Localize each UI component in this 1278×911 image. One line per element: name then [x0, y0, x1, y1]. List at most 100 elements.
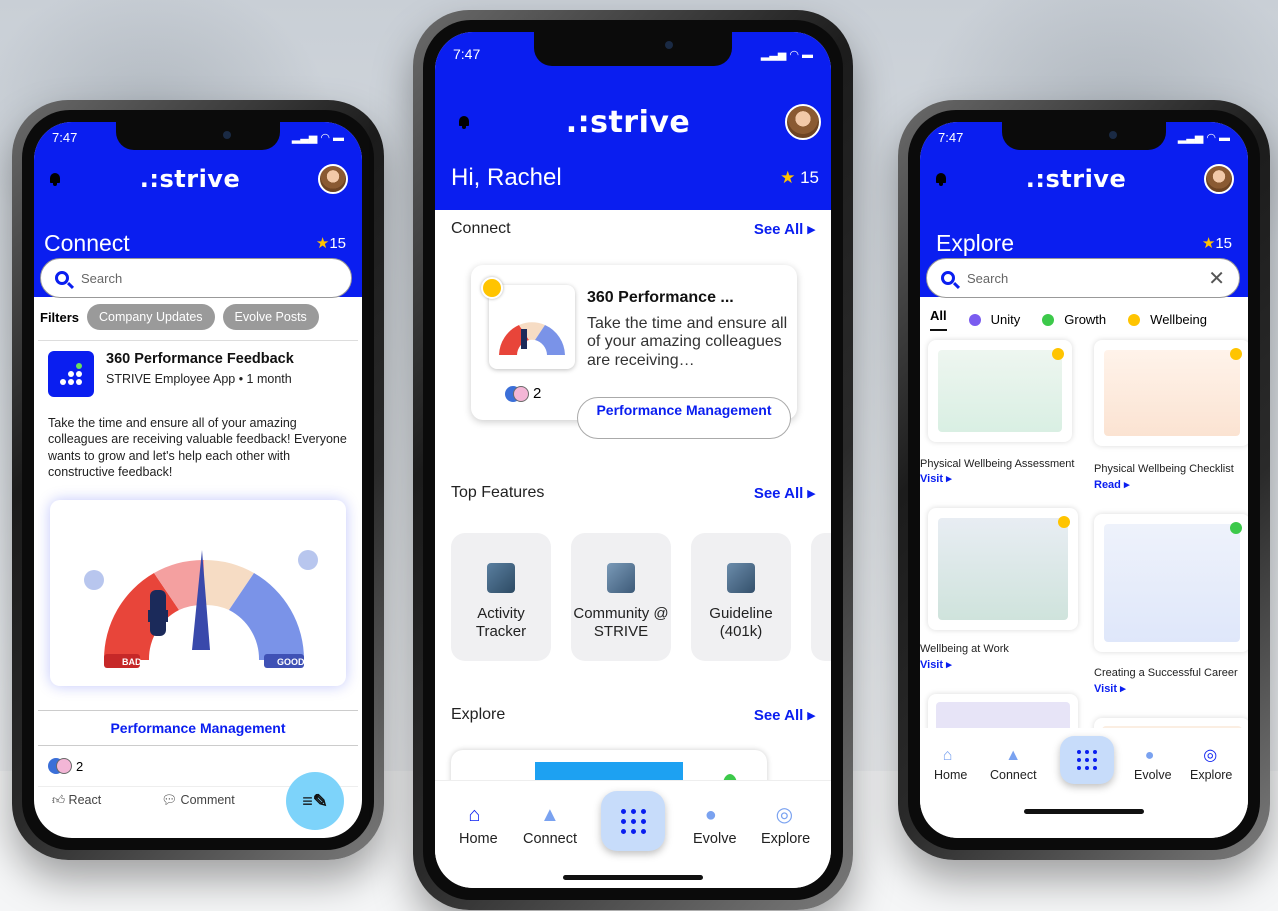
bell-icon[interactable]	[934, 172, 948, 186]
compass-icon: ◎	[775, 804, 794, 826]
apps-grid-button[interactable]	[601, 791, 665, 851]
search-input[interactable]: Search	[40, 258, 352, 298]
tab-label: Home	[459, 831, 498, 847]
points-value: 15	[329, 235, 346, 252]
filter-evolve-posts[interactable]: Evolve Posts	[222, 304, 319, 330]
tab-explore[interactable]: ◎ Explore	[761, 805, 810, 847]
phone-home: 7:47 ▂▃▅ ◠ ▬ .:strive Hi, Rachel ★ 15 Co…	[413, 10, 853, 910]
post-card: 360 Performance Feedback STRIVE Employee…	[38, 340, 358, 814]
tile-illustration	[938, 350, 1062, 432]
filter-company-updates[interactable]: Company Updates	[87, 304, 215, 330]
page-title: Connect	[44, 230, 130, 256]
apps-grid-button[interactable]	[1060, 736, 1114, 784]
phone-explore: 7:47 ▂▃▅ ◠ ▬ .:strive Explore ★15 Search…	[898, 100, 1270, 860]
strive-logo: .:strive	[565, 104, 691, 140]
comment-button[interactable]: 💬︎ Comment	[161, 793, 235, 808]
tab-explore[interactable]: ◎ Explore	[1190, 747, 1232, 783]
tab-connect[interactable]: ▲ Connect	[990, 748, 1037, 783]
tile-visit-link[interactable]: Visit ▸	[920, 472, 952, 485]
see-all-explore[interactable]: See All ▸	[754, 706, 815, 724]
tab-evolve[interactable]: ● Evolve	[1134, 748, 1172, 783]
connect-card[interactable]: 360 Performance ... Take the time and en…	[471, 265, 797, 439]
home-indicator	[563, 875, 703, 880]
status-bar: 7:47 ▂▃▅ ◠ ▬	[52, 130, 344, 145]
tile-read-link[interactable]: Read ▸	[1094, 478, 1129, 491]
app-icon	[48, 351, 94, 397]
section-title-connect: Connect	[451, 220, 511, 237]
feature-guideline[interactable]: Guideline (401k)	[691, 533, 791, 661]
tile-physical-wellbeing-checklist[interactable]	[1094, 340, 1248, 446]
tile-illustration	[938, 518, 1068, 620]
tab-evolve[interactable]: ● Evolve	[693, 805, 737, 847]
link-label: Visit	[1094, 683, 1118, 695]
search-placeholder: Search	[967, 270, 1009, 286]
tab-home[interactable]: ⌂ Home	[459, 805, 498, 847]
status-icons: ▂▃▅ ◠ ▬	[291, 132, 344, 144]
apple-icon	[1128, 314, 1141, 326]
home-indicator	[1024, 809, 1144, 814]
status-bar: 7:47 ▂▃▅ ◠ ▬	[453, 46, 813, 62]
status-icons: ▂▃▅ ◠ ▬	[1177, 132, 1230, 144]
card-description: Take the time and ensure all of your ama…	[587, 315, 788, 369]
search-input[interactable]: Search ✕	[926, 258, 1240, 298]
react-button[interactable]: 👍︎ React	[52, 793, 101, 808]
feature-label: Community @ STRIVE	[573, 605, 669, 640]
features-section-header: Top Features See All ▸	[435, 484, 831, 502]
compose-button[interactable]: ≡✎	[286, 772, 344, 830]
compass-icon: ◎	[1203, 747, 1218, 764]
reaction-icons	[48, 758, 72, 774]
phone-connect: 7:47 ▂▃▅ ◠ ▬ .:strive Connect ★15 Search…	[12, 100, 384, 860]
grid-icon	[620, 808, 646, 834]
points-value: 15	[800, 168, 819, 187]
reaction-icons	[505, 385, 529, 402]
comment-icon: 💬︎	[161, 793, 181, 807]
tile-illustration	[1104, 350, 1240, 436]
greeting: Hi, Rachel	[451, 164, 562, 191]
tile-visit-link[interactable]: Visit ▸	[920, 658, 952, 671]
thumbs-up-icon: 👍︎	[52, 793, 69, 807]
feature-activity-tracker[interactable]: Activity Tracker	[451, 533, 551, 661]
avatar[interactable]	[1204, 164, 1234, 194]
star-icon: ★	[780, 168, 796, 187]
tab-bar: ⌂ Home ▲ Connect ● Evolve ◎ Explore	[920, 728, 1248, 838]
tile-wellbeing-at-work[interactable]	[928, 508, 1078, 630]
leaf-icon	[1042, 314, 1055, 326]
tile-visit-link[interactable]: Visit ▸	[1094, 682, 1126, 695]
clear-icon[interactable]: ✕	[1208, 266, 1225, 291]
performance-management-button[interactable]: Performance Management	[577, 397, 791, 439]
star-icon: ★	[315, 235, 330, 252]
tile-label: Creating a Successful Career	[1094, 667, 1238, 679]
performance-management-button[interactable]: Performance Management	[38, 710, 358, 746]
feature-community[interactable]: Community @ STRIVE	[571, 533, 671, 661]
tile-physical-wellbeing-assessment[interactable]	[928, 340, 1072, 442]
tab-connect[interactable]: ▲ Connect	[523, 805, 577, 847]
bell-icon[interactable]	[48, 172, 62, 186]
strive-logo: .:strive	[1025, 165, 1127, 193]
feature-next-partial[interactable]	[811, 533, 831, 661]
see-all-connect[interactable]: See All ▸	[754, 220, 815, 238]
reaction-count: 2	[76, 758, 84, 774]
category-wellbeing[interactable]: Wellbeing	[1128, 312, 1207, 327]
see-all-features[interactable]: See All ▸	[754, 484, 815, 502]
avatar[interactable]	[318, 164, 348, 194]
features-row: Activity Tracker Community @ STRIVE Guid…	[451, 533, 831, 661]
link-label: Read	[1094, 479, 1121, 491]
category-growth[interactable]: Growth	[1042, 312, 1106, 327]
tab-home[interactable]: ⌂ Home	[934, 748, 967, 783]
explore-section-header: Explore See All ▸	[435, 706, 831, 724]
gauge-bad-label: BAD	[122, 657, 142, 667]
grid-icon	[1077, 750, 1097, 770]
filters-label: Filters	[40, 309, 80, 325]
link-label: Visit	[920, 473, 944, 485]
category-all[interactable]: All	[930, 308, 947, 331]
tile-creating-successful-career[interactable]	[1094, 514, 1248, 652]
tab-bar: ⌂ Home ▲ Connect ● Evolve ◎ Explore	[435, 780, 831, 888]
see-all-label: See All	[753, 485, 804, 502]
card-title: 360 Performance ...	[587, 289, 734, 306]
tab-label: Evolve	[1134, 768, 1172, 782]
tile-label: Wellbeing at Work	[920, 643, 1009, 655]
bell-icon[interactable]	[457, 115, 471, 129]
laptop-icon	[727, 563, 755, 593]
category-unity[interactable]: Unity	[968, 312, 1020, 327]
avatar[interactable]	[784, 104, 821, 140]
